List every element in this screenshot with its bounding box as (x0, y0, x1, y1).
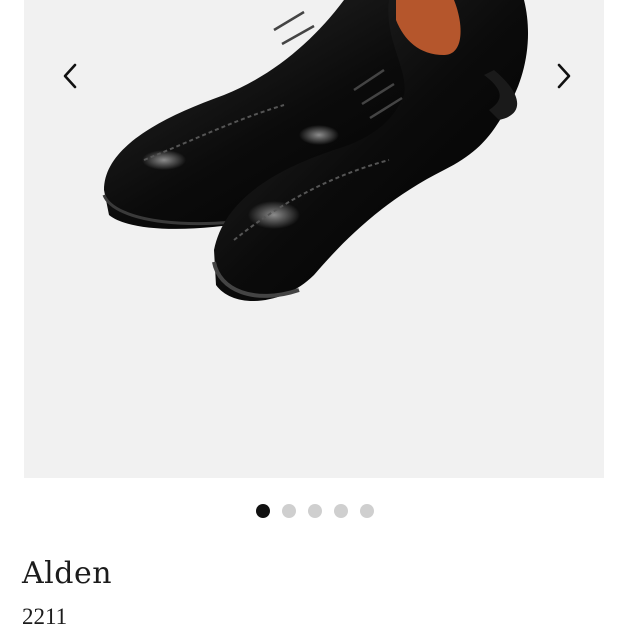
gallery-prev-button[interactable] (52, 56, 88, 96)
product-brand: Alden (22, 556, 113, 591)
gallery-dot-2[interactable] (282, 504, 296, 518)
product-photo (102, 0, 529, 302)
gallery-dot-4[interactable] (334, 504, 348, 518)
gallery-dot-5[interactable] (360, 504, 374, 518)
gallery-next-button[interactable] (546, 56, 582, 96)
product-image-gallery[interactable] (24, 0, 604, 478)
chevron-left-icon (63, 63, 77, 89)
gallery-dot-1[interactable] (256, 504, 270, 518)
product-model: 2211 (22, 604, 68, 629)
gallery-pagination (256, 504, 374, 518)
chevron-right-icon (557, 63, 571, 89)
gallery-dot-3[interactable] (308, 504, 322, 518)
